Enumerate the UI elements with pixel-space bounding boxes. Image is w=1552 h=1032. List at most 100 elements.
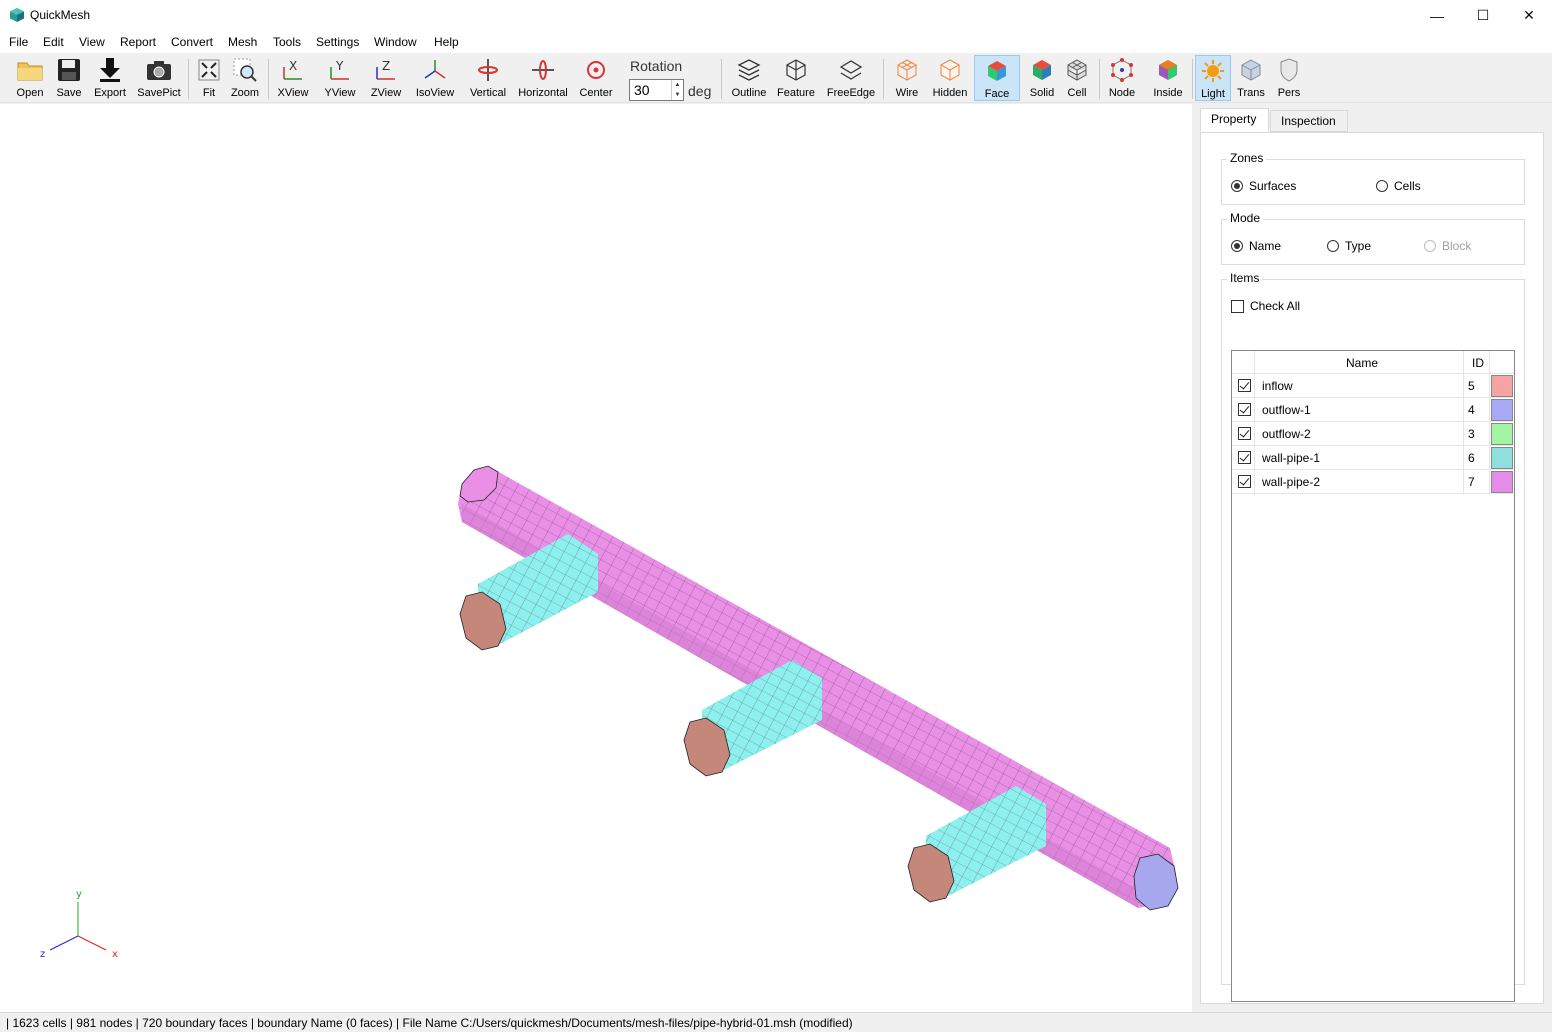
maximize-button[interactable]: ☐ xyxy=(1460,0,1506,31)
light-button[interactable]: Light xyxy=(1195,55,1231,101)
savepict-button[interactable]: SavePict xyxy=(137,55,181,101)
axis-x-label: x xyxy=(112,949,118,960)
cell-button[interactable]: Cell xyxy=(1062,55,1092,101)
menu-settings[interactable]: Settings xyxy=(316,35,359,49)
minimize-button[interactable]: — xyxy=(1414,0,1460,31)
center-icon xyxy=(587,61,605,79)
rotation-spinner[interactable]: ▲ ▼ xyxy=(671,80,683,100)
close-button[interactable]: ✕ xyxy=(1506,0,1552,31)
isoview-button[interactable]: IsoView xyxy=(414,55,456,101)
column-name-header: Name xyxy=(1346,356,1379,370)
axis-z-label: z xyxy=(40,949,45,960)
menu-file[interactable]: File xyxy=(9,35,28,49)
y-axis-view-icon: Y xyxy=(330,59,349,80)
yview-button[interactable]: Y YView xyxy=(322,55,358,101)
check-all-checkbox[interactable]: Check All xyxy=(1231,299,1300,313)
row-color-swatch[interactable] xyxy=(1491,399,1513,421)
zones-title: Zones xyxy=(1227,151,1267,165)
free-edge-icon xyxy=(839,60,863,80)
row-checkbox[interactable] xyxy=(1238,451,1251,464)
menu-tools[interactable]: Tools xyxy=(273,35,301,49)
row-name: inflow xyxy=(1262,379,1293,393)
menu-view[interactable]: View xyxy=(79,35,105,49)
z-axis-view-icon: Z xyxy=(376,59,395,80)
menu-mesh[interactable]: Mesh xyxy=(228,35,257,49)
feature-button[interactable]: Feature xyxy=(776,55,816,101)
menu-convert[interactable]: Convert xyxy=(171,35,213,49)
transparency-icon xyxy=(1241,59,1261,81)
status-text: | 1623 cells | 981 nodes | 720 boundary … xyxy=(6,1016,853,1030)
menu-report[interactable]: Report xyxy=(120,35,156,49)
solid-button[interactable]: Solid xyxy=(1024,55,1060,101)
trans-button[interactable]: Trans xyxy=(1234,55,1268,101)
table-row[interactable]: outflow-1 4 xyxy=(1232,398,1514,422)
horizontal-button[interactable]: Horizontal xyxy=(516,55,570,101)
node-button[interactable]: Node xyxy=(1106,55,1138,101)
row-checkbox[interactable] xyxy=(1238,379,1251,392)
row-name: wall-pipe-2 xyxy=(1262,475,1321,489)
mode-group: Mode Name Type Block xyxy=(1221,211,1525,265)
outline-icon xyxy=(737,59,761,81)
hidden-line-icon xyxy=(940,59,960,81)
toolbar-separator xyxy=(1099,59,1100,99)
app-logo-icon xyxy=(10,8,24,22)
menu-edit[interactable]: Edit xyxy=(43,35,64,49)
fit-button[interactable]: Fit xyxy=(195,55,223,101)
mode-type-radio[interactable]: Type xyxy=(1327,239,1371,253)
table-row[interactable]: wall-pipe-1 6 xyxy=(1232,446,1514,470)
perspective-icon xyxy=(1280,58,1298,82)
export-button[interactable]: Export xyxy=(92,55,128,101)
open-button[interactable]: Open xyxy=(13,55,47,101)
floppy-icon xyxy=(58,59,80,81)
zview-button[interactable]: Z ZView xyxy=(368,55,404,101)
cell-mesh-icon xyxy=(1067,59,1087,81)
rotation-unit: deg xyxy=(688,83,712,99)
table-row[interactable]: inflow 5 xyxy=(1232,374,1514,398)
menu-window[interactable]: Window xyxy=(374,35,417,49)
vertical-button[interactable]: Vertical xyxy=(467,55,509,101)
center-button[interactable]: Center xyxy=(576,55,616,101)
rotation-label: Rotation xyxy=(630,58,683,74)
row-color-swatch[interactable] xyxy=(1491,447,1513,469)
row-checkbox[interactable] xyxy=(1238,427,1251,440)
pers-button[interactable]: Pers xyxy=(1274,55,1304,101)
zoom-button[interactable]: Zoom xyxy=(229,55,261,101)
rotation-angle-input[interactable]: 30 ▲ ▼ xyxy=(629,79,684,101)
inside-button[interactable]: Inside xyxy=(1148,55,1188,101)
folder-icon xyxy=(17,62,43,81)
3d-viewport[interactable]: y x z xyxy=(0,104,1192,1012)
menu-help[interactable]: Help xyxy=(434,35,459,49)
row-color-swatch[interactable] xyxy=(1491,423,1513,445)
items-table-header: Name ID xyxy=(1232,351,1514,374)
toolbar-separator xyxy=(883,59,884,99)
axis-triad: y x z xyxy=(40,889,118,960)
save-button[interactable]: Save xyxy=(52,55,86,101)
wire-button[interactable]: Wire xyxy=(890,55,924,101)
x-axis-view-icon: X xyxy=(283,59,302,80)
right-panel: Property Inspection Zones Surfaces Cells… xyxy=(1192,104,1552,1012)
freeedge-button[interactable]: FreeEdge xyxy=(826,55,876,101)
table-row[interactable]: outflow-2 3 xyxy=(1232,422,1514,446)
xview-button[interactable]: X XView xyxy=(276,55,310,101)
row-checkbox[interactable] xyxy=(1238,475,1251,488)
sun-light-icon xyxy=(1202,60,1224,82)
mesh-render: y x z xyxy=(40,465,1179,960)
zones-surfaces-radio[interactable]: Surfaces xyxy=(1231,179,1296,193)
hidden-button[interactable]: Hidden xyxy=(930,55,970,101)
zones-cells-radio[interactable]: Cells xyxy=(1376,179,1421,193)
row-checkbox[interactable] xyxy=(1238,403,1251,416)
outline-button[interactable]: Outline xyxy=(730,55,768,101)
face-button[interactable]: Face xyxy=(974,55,1020,101)
mode-name-radio[interactable]: Name xyxy=(1231,239,1281,253)
table-row[interactable]: wall-pipe-2 7 xyxy=(1232,470,1514,494)
title-bar: QuickMesh — ☐ ✕ xyxy=(0,0,1552,31)
inside-view-icon xyxy=(1159,60,1177,80)
property-panel: Zones Surfaces Cells Mode Name Type Bloc… xyxy=(1200,132,1544,1004)
tab-inspection[interactable]: Inspection xyxy=(1270,110,1348,132)
toolbar-display: Outline Feature FreeEdge Wire Hidden Fac… xyxy=(720,53,1552,103)
row-id: 6 xyxy=(1468,451,1475,465)
tab-property[interactable]: Property xyxy=(1200,108,1269,132)
row-color-swatch[interactable] xyxy=(1491,471,1513,493)
row-color-swatch[interactable] xyxy=(1491,375,1513,397)
solid-icon xyxy=(1033,60,1051,80)
